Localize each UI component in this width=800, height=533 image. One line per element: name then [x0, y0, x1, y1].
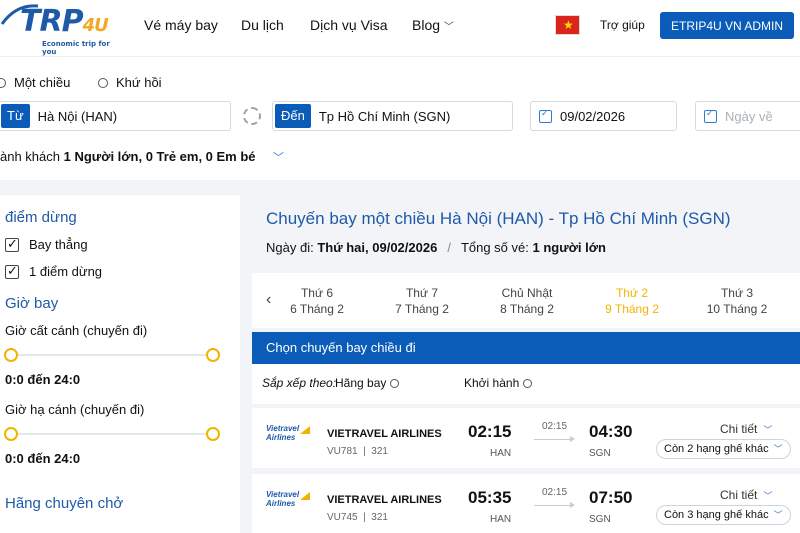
more-classes-button[interactable]: Còn 2 hạng ghế khác ﹀: [656, 439, 791, 459]
depart-date-field[interactable]: 09/02/2026: [530, 101, 677, 131]
departure-time: 05:35: [468, 488, 512, 507]
admin-button[interactable]: ETRIP4U VN ADMIN: [660, 12, 794, 39]
departure-airport: HAN: [490, 448, 512, 459]
arrival-time: 07:50: [589, 488, 633, 507]
chevron-down-icon: ﹀: [773, 444, 783, 454]
logo-tagline: Economic trip for you: [42, 40, 110, 56]
sort-by-departure[interactable]: Khởi hành: [464, 376, 533, 390]
arrive-time-slider[interactable]: [4, 427, 220, 441]
results-panel: Chuyến bay một chiều Hà Nội (HAN) - Tp H…: [252, 195, 800, 533]
more-classes-button[interactable]: Còn 3 hạng ghế khác ﹀: [656, 505, 791, 525]
nav-blog[interactable]: Blog ﹀: [412, 17, 454, 33]
slider-handle-min[interactable]: [4, 348, 18, 362]
checkbox-icon: [5, 236, 19, 252]
chevron-left-icon[interactable]: ‹: [266, 291, 271, 309]
swap-icon[interactable]: [243, 107, 261, 125]
flight-code: VU781 | 321: [327, 446, 388, 457]
date-option[interactable]: Thứ 3 10 Tháng 2: [692, 285, 782, 317]
airline-name: VIETRAVEL AIRLINES: [327, 494, 442, 506]
flight-code: VU745 | 321: [327, 512, 388, 523]
depart-date-value: 09/02/2026: [560, 108, 626, 124]
date-option-selected[interactable]: Thứ 29 Tháng 2: [587, 285, 677, 317]
help-link[interactable]: Trợ giúp: [600, 18, 645, 32]
arrival-time: 04:30: [589, 422, 633, 441]
nav-visa[interactable]: Dịch vụ Visa: [310, 17, 388, 33]
chevron-down-icon: ﹀: [443, 22, 454, 33]
flight-card[interactable]: Vietravel Airlines VIETRAVEL AIRLINES VU…: [252, 474, 800, 533]
arrival-airport: SGN: [589, 514, 611, 525]
date-option[interactable]: Chủ Nhật 8 Tháng 2: [482, 285, 572, 317]
depart-time-range: 0:0 đến 24:0: [5, 372, 81, 387]
chevron-down-icon: ﹀: [773, 510, 783, 520]
detail-toggle[interactable]: Chi tiết ﹀: [720, 422, 772, 436]
passenger-selector[interactable]: ành khách 1 Người lớn, 0 Trẻ em, 0 Em bé: [0, 149, 256, 164]
slider-handle-max[interactable]: [206, 348, 220, 362]
to-field[interactable]: Đến Tp Hồ Chí Minh (SGN): [272, 101, 513, 131]
from-value: Hà Nội (HAN): [37, 108, 118, 124]
return-date-placeholder: Ngày về: [725, 108, 773, 124]
vietravel-logo-icon: Vietravel Airlines: [266, 490, 314, 512]
detail-toggle[interactable]: Chi tiết ﹀: [720, 488, 772, 502]
flight-card[interactable]: Vietravel Airlines VIETRAVEL AIRLINES VU…: [252, 408, 800, 468]
vietravel-logo-icon: Vietravel Airlines: [266, 424, 314, 446]
depart-time-label: Giờ cất cánh (chuyến đi): [5, 323, 148, 338]
route-title: Chuyến bay một chiều Hà Nội (HAN) - Tp H…: [266, 209, 731, 228]
nav-flights[interactable]: Vé máy bay: [144, 17, 218, 33]
departure-airport: HAN: [490, 514, 512, 525]
time-title: Giờ bay: [5, 295, 59, 312]
slider-handle-min[interactable]: [4, 427, 18, 441]
checkbox-icon: [5, 263, 19, 279]
top-header: TRP4U Economic trip for you Vé máy bay D…: [0, 0, 800, 56]
chevron-down-icon[interactable]: ﹀: [273, 149, 284, 165]
sort-bar: Sắp xếp theo: Hãng bay Khởi hành: [252, 364, 800, 404]
search-panel: Một chiều Khứ hồi Từ Hà Nội (HAN) Đến Tp…: [0, 56, 800, 180]
arrive-time-range: 0:0 đến 24:0: [5, 451, 81, 466]
logo[interactable]: TRP4U Economic trip for you: [0, 0, 120, 56]
nav-travel[interactable]: Du lịch: [241, 17, 284, 33]
logo-text: TRP4U: [20, 4, 109, 39]
filter-one-stop[interactable]: 1 điểm dừng: [5, 263, 102, 279]
arrow-right-icon: [534, 436, 575, 442]
calendar-icon: [539, 108, 552, 123]
choose-flight-header: Chọn chuyến bay chiều đi: [252, 332, 800, 364]
arrow-right-icon: [534, 502, 575, 508]
depart-time-slider[interactable]: [4, 348, 220, 362]
date-option[interactable]: Thứ 66 Tháng 2: [272, 285, 362, 317]
to-value: Tp Hồ Chí Minh (SGN): [318, 108, 451, 124]
roundtrip-radio[interactable]: Khứ hồi: [98, 75, 162, 90]
flight-duration: 02:15: [542, 421, 568, 432]
radio-icon: [98, 77, 108, 88]
return-date-field[interactable]: Ngày về: [695, 101, 800, 131]
calendar-icon: [704, 108, 717, 123]
sort-by-airline[interactable]: Hãng bay: [335, 376, 400, 390]
sort-label: Sắp xếp theo:: [262, 376, 337, 390]
chevron-down-icon: ﹀: [763, 491, 773, 501]
slider-handle-max[interactable]: [206, 427, 220, 441]
departure-time: 02:15: [468, 422, 512, 441]
filter-sidebar: điểm dừng Bay thẳng 1 điểm dừng Giờ bay …: [0, 195, 240, 533]
radio-icon: [390, 378, 400, 388]
route-summary: Ngày đi: Thứ hai, 09/02/2026/Tổng số vé:…: [266, 240, 606, 255]
arrive-time-label: Giờ hạ cánh (chuyến đi): [5, 402, 145, 417]
date-option[interactable]: Thứ 77 Tháng 2: [377, 285, 467, 317]
stops-title: điểm dừng: [5, 209, 77, 226]
airline-filter-title: Hãng chuyên chở: [5, 495, 124, 512]
vietnam-flag-icon[interactable]: ★: [555, 15, 580, 35]
filter-direct[interactable]: Bay thẳng: [5, 236, 88, 252]
flight-duration: 02:15: [542, 487, 568, 498]
arrival-airport: SGN: [589, 448, 611, 459]
radio-icon: [523, 378, 533, 388]
chevron-down-icon: ﹀: [763, 425, 773, 435]
date-selector: ‹ Thứ 66 Tháng 2 Thứ 77 Tháng 2 Chủ Nhật…: [252, 273, 800, 328]
airline-name: VIETRAVEL AIRLINES: [327, 428, 442, 440]
to-tag: Đến: [275, 104, 311, 128]
oneway-radio[interactable]: Một chiều: [0, 75, 70, 90]
from-tag: Từ: [1, 104, 30, 128]
from-field[interactable]: Từ Hà Nội (HAN): [0, 101, 231, 131]
radio-icon: [0, 77, 6, 88]
